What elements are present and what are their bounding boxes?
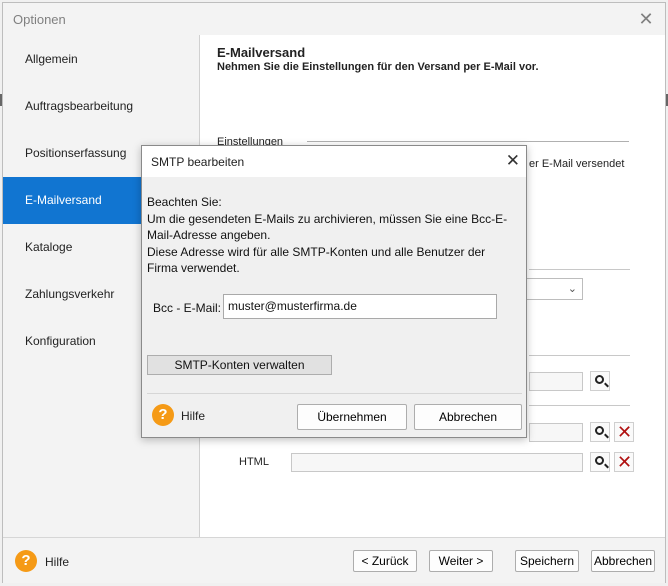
help-link[interactable]: Hilfe [45,555,69,569]
search-icon [595,426,604,435]
dialog-close-icon[interactable]: ✕ [506,150,520,172]
help-icon[interactable]: ? [15,550,37,572]
bcc-email-input[interactable]: muster@musterfirma.de [223,294,497,319]
delete-button[interactable]: ✕ [614,452,634,472]
text-field[interactable] [529,423,583,442]
sidebar-item-auftragsbearbeitung[interactable]: Auftragsbearbeitung [3,83,200,130]
page-subtitle: Nehmen Sie die Einstellungen für den Ver… [217,61,539,73]
cancel-button[interactable]: Abbrechen [591,550,655,572]
delete-icon: ✕ [617,452,633,472]
note-heading: Beachten Sie: [147,195,222,209]
dialog-help-link[interactable]: Hilfe [181,409,205,423]
dialog-note: Beachten Sie: Um die gesendeten E-Mails … [147,194,517,277]
dialog-title: SMTP bearbeiten [151,155,245,169]
search-icon [595,456,604,465]
chevron-down-icon: ⌄ [567,283,577,295]
delete-button[interactable]: ✕ [614,422,634,442]
group-divider [307,141,629,142]
dialog-cancel-button[interactable]: Abbrechen [414,404,522,430]
sidebar-item-allgemein[interactable]: Allgemein [3,36,200,83]
setting-combobox[interactable]: ⌄ [523,278,583,300]
section-divider [529,405,630,406]
search-button[interactable] [590,452,610,472]
manage-smtp-accounts-button[interactable]: SMTP-Konten verwalten [147,355,332,375]
delete-icon: ✕ [617,422,633,442]
smtp-dialog: SMTP bearbeiten ✕ Beachten Sie: Um die g… [141,145,527,438]
page-title: E-Mailversand [217,45,306,60]
note-line-archive: Um die gesendeten E-Mails zu archivieren… [147,211,508,243]
setting-text-partial: er E-Mail versendet [529,158,625,170]
search-button[interactable] [590,371,610,391]
html-field[interactable] [291,453,583,472]
save-button[interactable]: Speichern [515,550,579,572]
search-icon [595,375,604,384]
window-title: Optionen [13,12,66,27]
apply-button[interactable]: Übernehmen [297,404,407,430]
note-line-scope: Diese Adresse wird für alle SMTP-Konten … [147,244,486,276]
back-button[interactable]: < Zurück [353,550,417,572]
next-button[interactable]: Weiter > [429,550,493,572]
section-divider [529,269,630,270]
section-divider [529,355,630,356]
dialog-titlebar: SMTP bearbeiten ✕ [142,146,526,177]
search-button[interactable] [590,422,610,442]
text-field[interactable] [529,372,583,391]
bcc-label: Bcc - E-Mail: [153,301,222,315]
window-footer: ? Hilfe < Zurück Weiter > Speichern Abbr… [3,537,665,583]
window-close-icon[interactable]: ✕ [635,8,657,30]
dialog-body: Beachten Sie: Um die gesendeten E-Mails … [142,177,526,394]
window-titlebar: Optionen ✕ [3,3,665,35]
html-label: HTML [239,456,269,468]
dialog-footer: ? Hilfe Übernehmen Abbrechen [142,394,526,437]
help-icon[interactable]: ? [152,404,174,426]
